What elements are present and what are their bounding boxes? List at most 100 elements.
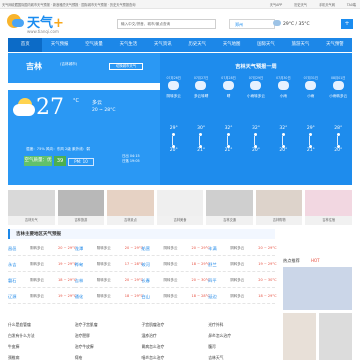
cloud-icon: [13, 104, 35, 116]
link-item[interactable]: 咽炎怎么治疗: [142, 355, 209, 362]
region-cell[interactable]: 辽源 阴转多云 19 ~ 29°C: [8, 290, 76, 304]
region-temp: 19 ~ 29°C: [58, 262, 77, 266]
region-cell[interactable]: 延边 阴转多云 18 ~ 29°C: [208, 290, 277, 304]
location-select[interactable]: 郑州: [229, 19, 275, 29]
city-link[interactable]: (吉林城市): [60, 62, 77, 67]
rain-icon: [277, 81, 289, 90]
ad-tile[interactable]: 吉林购物: [255, 190, 303, 225]
temp-line: [336, 136, 338, 145]
forecast-cond: 小雨: [307, 94, 315, 98]
link-item[interactable]: 腹泻: [208, 344, 275, 351]
rain-icon: [332, 81, 344, 90]
link-item[interactable]: 光疗外科: [208, 322, 275, 329]
link-item[interactable]: 什么是血管瘤: [8, 322, 75, 329]
hot-image[interactable]: [319, 313, 352, 360]
ad-caption: 吉林购物: [272, 218, 286, 222]
nav-air[interactable]: 空气质量: [77, 38, 111, 52]
nav-map[interactable]: 天气地图: [214, 38, 248, 52]
forecast-day[interactable]: 07月28日 晴 32° 21°: [215, 73, 242, 183]
forecast-day[interactable]: 07月31日 小雨 29° 21°: [297, 73, 324, 183]
current-temp: 29°C / 35°C: [283, 22, 310, 27]
top-link-mobile[interactable]: 手机天气网: [319, 2, 335, 7]
region-cell[interactable]: 丰满 阴转多云 20 ~ 29°C: [208, 242, 277, 256]
region-temp: 17 ~ 28°C: [124, 262, 144, 266]
temp-line: [199, 136, 201, 145]
region-cell[interactable]: 船营 阴转多云 20 ~ 29°C: [141, 242, 210, 256]
hot-image[interactable]: [283, 313, 316, 360]
forecast-high: 32°: [251, 126, 260, 131]
ad-tile[interactable]: 吉林天气: [8, 190, 55, 225]
ad-tile[interactable]: 吉林景点: [107, 190, 154, 225]
link-item[interactable]: 牛皮癣: [8, 344, 75, 351]
forecast-day[interactable]: 07月26日 阴转多云 29° 20°: [160, 73, 187, 183]
forecast-cond: 多云转晴: [193, 94, 209, 98]
region-cell[interactable]: 桦甸 阴转多云 17 ~ 28°C: [74, 258, 144, 272]
region-cond: 阴转多云: [163, 262, 178, 266]
ad-tile[interactable]: 吉林住宿: [305, 190, 353, 225]
region-cell[interactable]: 四平 阴转多云 20 ~ 30°C: [208, 274, 277, 288]
link-item[interactable]: 治疗牛皮癣: [75, 344, 142, 351]
top-link-app[interactable]: 天气APP: [270, 2, 282, 7]
link-item[interactable]: 子宫肌瘤治疗: [142, 322, 209, 329]
nav-life[interactable]: 天气生活: [111, 38, 145, 52]
top-bar: 天气网收藏国际国内城市天气预报 · 新浪雅虎天气预报 · 国际城市天气预报 · …: [0, 0, 360, 9]
nav-alert[interactable]: 天气预警: [318, 38, 352, 52]
forecast-day[interactable]: 08月01日 小雨转多云 28° 20°: [325, 73, 352, 183]
ad-tile[interactable]: 吉林美食: [156, 190, 204, 225]
region-cell[interactable]: 龙潭 阴转多云 20 ~ 29°C: [74, 242, 143, 256]
link-item[interactable]: 湿疹治疗: [142, 333, 209, 340]
region-cell[interactable]: 永吉 阴转多云 19 ~ 29°C: [8, 258, 77, 272]
weather-panel: 吉林 (吉林城市) 切换城市天气 2019年07月26日 星期五 农历六月廿四 …: [8, 53, 352, 185]
region-cell[interactable]: 白山 阴转多云 18 ~ 28°C: [141, 290, 210, 304]
region-name: 磐石: [8, 278, 17, 283]
ad-tile[interactable]: 吉林交通: [206, 190, 253, 225]
nav-history[interactable]: 历史天气: [180, 38, 214, 52]
link-item[interactable]: 吉林天气: [208, 355, 275, 362]
aqi-label[interactable]: 空气质量：优: [24, 156, 52, 166]
top-link-history[interactable]: 历史天气: [294, 2, 307, 7]
today-weather: 2019年07月26日 星期五 农历六月廿四 27 °C 多云 20 ~ 28°…: [8, 84, 160, 185]
forecast-date: 08月01日: [330, 76, 346, 80]
link-item[interactable]: 治疗肥胖: [75, 333, 142, 340]
nav-intl[interactable]: 国际天气: [249, 38, 283, 52]
top-bar-links[interactable]: 天气网收藏国际国内城市天气预报 · 新浪雅虎天气预报 · 国际城市天气预报 · …: [2, 2, 135, 7]
forecast-high: 32°: [224, 126, 233, 131]
ad-tile[interactable]: 吉林旅游: [57, 190, 105, 225]
link-item[interactable]: 胃病怎么治疗: [142, 344, 209, 351]
hot-image[interactable]: [283, 267, 352, 310]
nav-travel[interactable]: 旅游天气: [283, 38, 317, 52]
forecast-day[interactable]: 07月27日 多云转晴 30° 21°: [187, 73, 214, 183]
add-button[interactable]: +: [341, 19, 353, 29]
link-item[interactable]: 颈椎病: [8, 355, 75, 362]
nav-home[interactable]: 首页: [8, 38, 43, 52]
switch-city-button[interactable]: 切换城市天气: [109, 63, 143, 70]
link-grid: 什么是血管瘤 治疗子宫肌瘤 子宫肌瘤治疗 光疗外科 白发有什么方法 治疗肥胖 湿…: [8, 322, 275, 362]
ad-caption: 吉林景点: [124, 218, 137, 222]
region-cell[interactable]: 吉林 阴转多云 20 ~ 29°C: [74, 274, 143, 288]
region-cond: 阴转多云: [96, 246, 111, 250]
region-name: 蛟河: [141, 262, 150, 267]
forecast-title: 吉林天气预报一周: [235, 64, 277, 70]
region-cell[interactable]: 长春 阴转多云 20 ~ 30°C: [141, 274, 210, 288]
ad-caption: 吉林交通: [223, 218, 236, 222]
nav-news[interactable]: 天气资讯: [146, 38, 180, 52]
forecast-day[interactable]: 07月30日 小雨 32° 20°: [270, 73, 297, 183]
region-cell[interactable]: 蛟河 阴转多云 18 ~ 29°C: [141, 258, 210, 272]
link-item[interactable]: 痔疮: [75, 355, 142, 362]
region-cell[interactable]: 通化 阴转多云 18 ~ 29°C: [74, 290, 143, 304]
search-input[interactable]: 输入中文/拼音，城市/景点查询: [117, 19, 216, 29]
site-logo[interactable]: 天气+ www.tianqi.com: [7, 11, 67, 41]
region-cell[interactable]: 磐石 阴转多云 18 ~ 29°C: [8, 274, 76, 288]
forecast-day[interactable]: 07月29日 小雨转多云 32° 20°: [242, 73, 269, 183]
link-item[interactable]: 白发有什么方法: [8, 333, 75, 340]
sunset: 日落 19:05: [122, 159, 140, 163]
nav-forecast[interactable]: 天气预报: [42, 38, 76, 52]
link-item[interactable]: 治疗子宫肌瘤: [75, 322, 142, 329]
region-cell[interactable]: 昌邑 阴转多云 20 ~ 29°C: [8, 242, 76, 256]
region-temp: 18 ~ 29°C: [258, 294, 277, 298]
main-nav: 首页 天气预报 空气质量 天气生活 天气资讯 历史天气 天气地图 国际天气 旅游…: [8, 38, 352, 52]
region-cell[interactable]: 舒兰 阴转多云 19 ~ 29°C: [208, 258, 277, 272]
top-link-ta[interactable]: TA0端: [347, 2, 356, 7]
link-item[interactable]: 鼻炎怎么治疗: [208, 333, 275, 340]
temperature-unit: °C: [73, 98, 79, 104]
